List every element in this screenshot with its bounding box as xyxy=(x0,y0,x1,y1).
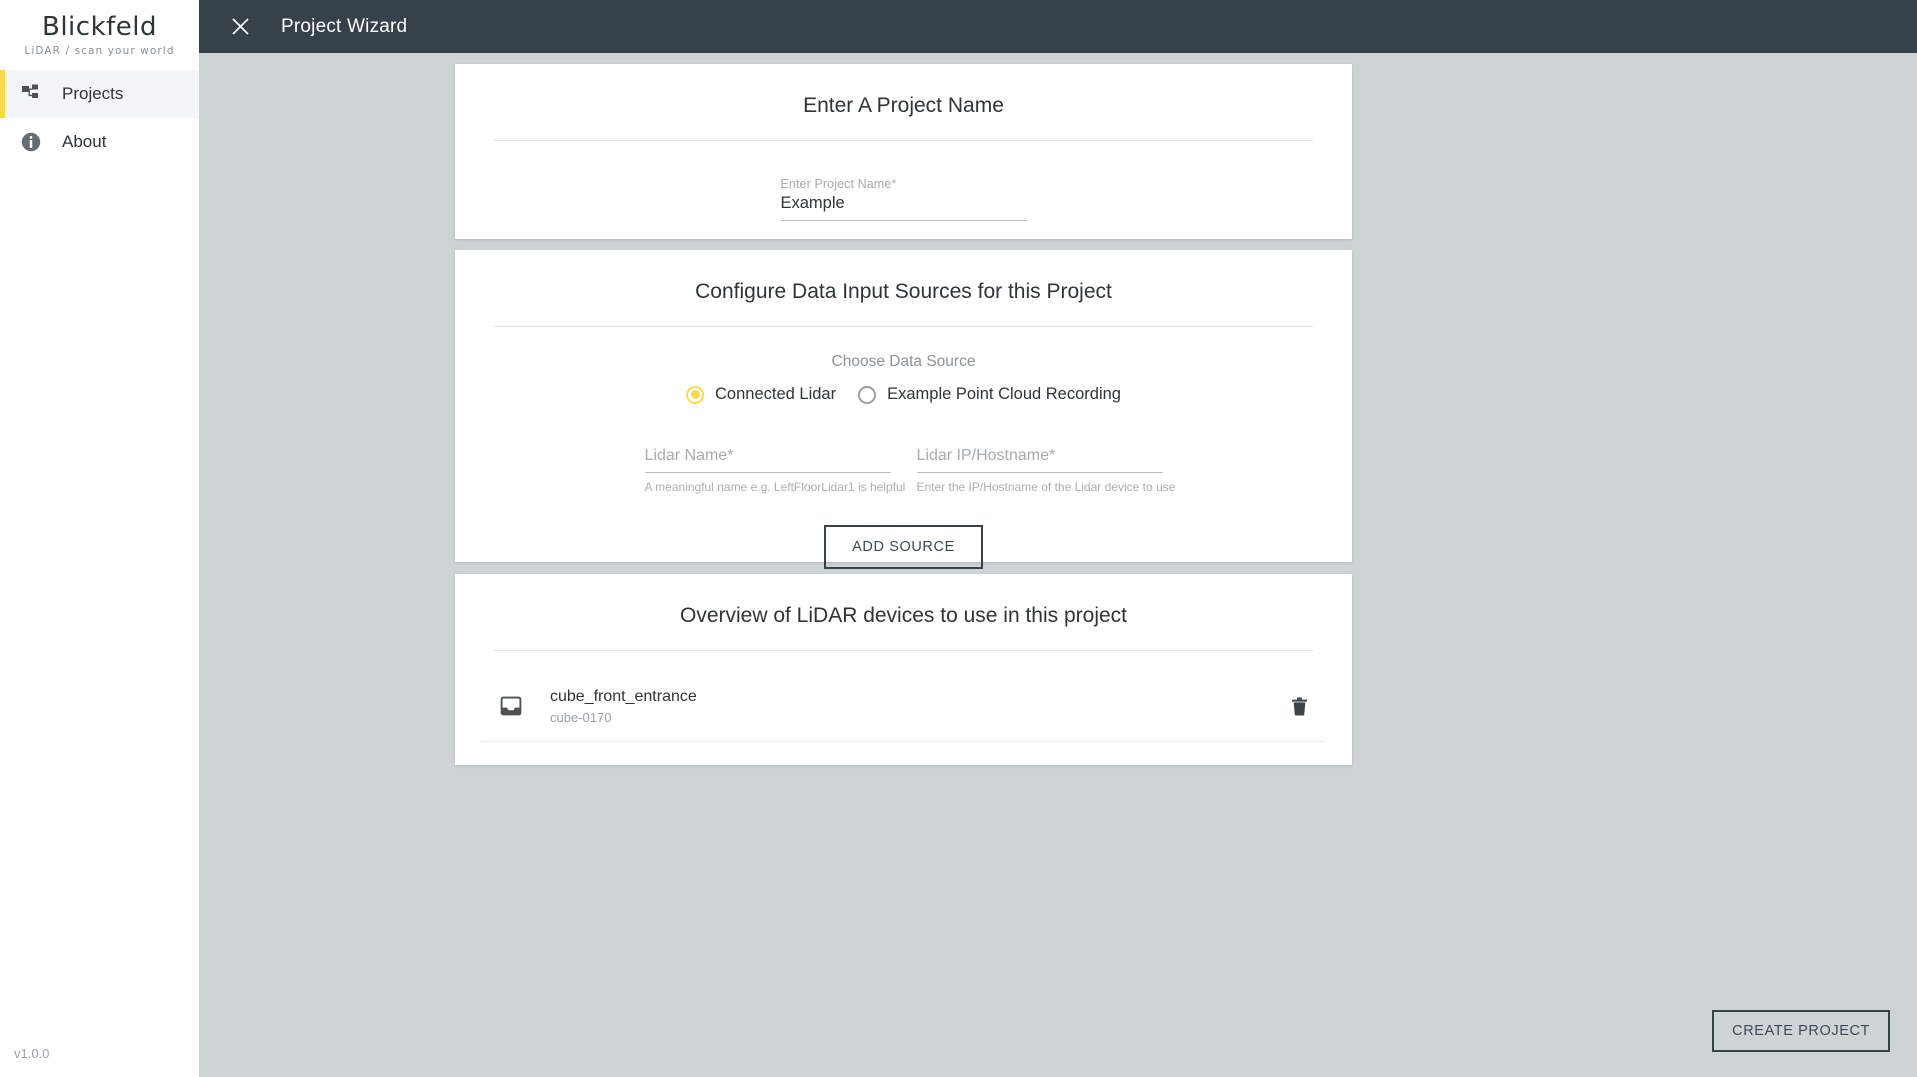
lidar-name-field: A meaningful name e.g. LeftFloorLidar1 i… xyxy=(644,446,906,494)
card-device-overview: Overview of LiDAR devices to use in this… xyxy=(455,574,1352,765)
card-title: Overview of LiDAR devices to use in this… xyxy=(679,604,1128,627)
page-title: Project Wizard xyxy=(281,15,408,37)
lidar-name-input[interactable] xyxy=(644,446,891,473)
radio-label: Example Point Cloud Recording xyxy=(887,385,1121,403)
card-data-sources: Configure Data Input Sources for this Pr… xyxy=(455,250,1352,569)
sidebar-nav: Projects About xyxy=(0,70,199,166)
sidebar: Blickfeld LiDAR / scan your world Projec… xyxy=(0,0,199,1077)
device-inbox-icon xyxy=(493,695,529,717)
sidebar-item-projects[interactable]: Projects xyxy=(0,70,199,118)
list-item[interactable]: cube_front_entrance cube-0170 xyxy=(481,673,1326,742)
device-name: cube_front_entrance xyxy=(550,688,697,705)
card-title: Configure Data Input Sources for this Pr… xyxy=(695,280,1112,303)
radio-mark-icon xyxy=(858,385,877,404)
create-project-wrap: CREATE PROJECT xyxy=(1712,1010,1890,1052)
sidebar-item-about[interactable]: About xyxy=(0,118,199,166)
create-project-button[interactable]: CREATE PROJECT xyxy=(1712,1010,1890,1052)
radio-label: Connected Lidar xyxy=(715,385,837,403)
logo-wordmark: Blickfeld xyxy=(41,11,157,42)
lidar-name-help: A meaningful name e.g. LeftFloorLidar1 i… xyxy=(644,480,906,494)
brand-logo: Blickfeld LiDAR / scan your world xyxy=(0,0,199,64)
radio-connected-lidar[interactable]: Connected Lidar xyxy=(686,385,836,404)
radio-example-point-cloud-recording[interactable]: Example Point Cloud Recording xyxy=(858,385,1121,404)
sidebar-item-label: About xyxy=(62,132,107,151)
close-icon[interactable] xyxy=(225,12,255,42)
project-name-input[interactable] xyxy=(780,194,1027,221)
choose-data-source-label: Choose Data Source xyxy=(831,353,976,370)
project-name-label: Enter Project Name* xyxy=(780,177,897,191)
lidar-fields-row: A meaningful name e.g. LeftFloorLidar1 i… xyxy=(455,446,1352,494)
divider xyxy=(494,326,1313,327)
radio-mark-icon xyxy=(686,385,704,404)
add-source-button[interactable]: ADD SOURCE xyxy=(824,525,983,569)
trash-icon[interactable] xyxy=(1284,691,1314,721)
card-title: Enter A Project Name xyxy=(803,94,1004,117)
lidar-host-field: Enter the IP/Hostname of the Lidar devic… xyxy=(916,446,1176,494)
device-texts: cube_front_entrance cube-0170 xyxy=(550,687,1284,725)
lidar-host-input[interactable] xyxy=(916,446,1163,473)
logo-tagline: LiDAR / scan your world xyxy=(24,44,175,57)
device-serial: cube-0170 xyxy=(550,710,612,725)
divider xyxy=(494,650,1313,651)
app-version: v1.0.0 xyxy=(14,1046,50,1061)
lidar-host-help: Enter the IP/Hostname of the Lidar devic… xyxy=(916,480,1176,494)
main-area: Project Wizard Enter A Project Name Ente… xyxy=(199,0,1917,1077)
app-root: Blickfeld LiDAR / scan your world Projec… xyxy=(0,0,1917,1077)
info-icon xyxy=(18,129,44,155)
project-name-field: Enter Project Name* xyxy=(780,177,1027,221)
sitemap-icon xyxy=(18,81,44,107)
card-project-name: Enter A Project Name Enter Project Name* xyxy=(455,64,1352,239)
data-source-radio-group: Connected Lidar Example Point Cloud Reco… xyxy=(455,385,1352,404)
sidebar-item-label: Projects xyxy=(62,84,124,103)
wizard-content: Enter A Project Name Enter Project Name*… xyxy=(199,53,1917,1077)
wizard-header: Project Wizard xyxy=(199,0,1917,53)
